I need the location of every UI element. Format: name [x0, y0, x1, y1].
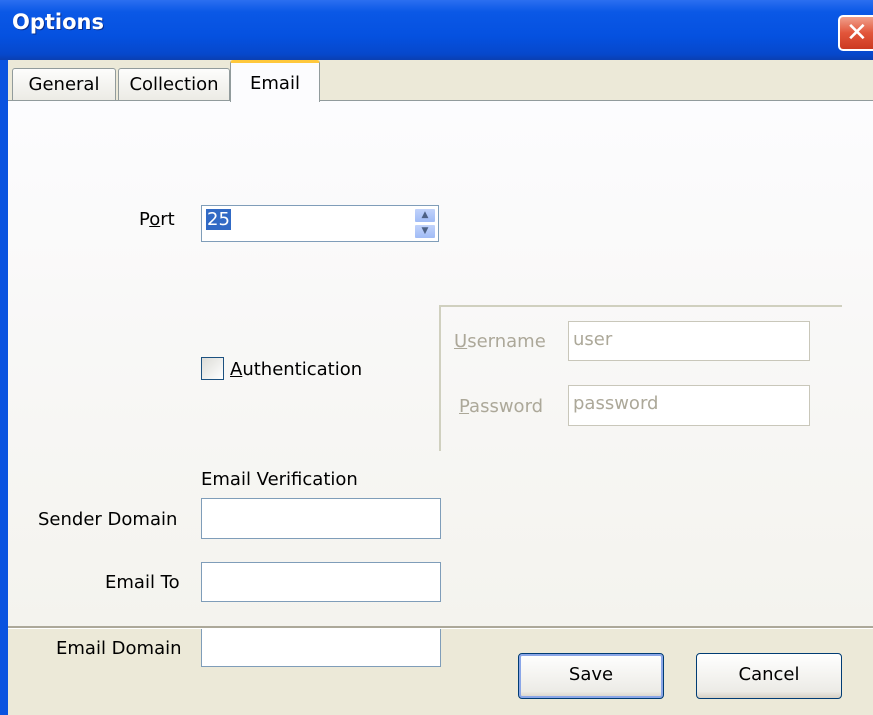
footer-divider: [8, 626, 873, 629]
tab-collection[interactable]: Collection: [118, 68, 230, 100]
close-icon: ✕: [846, 18, 868, 48]
cancel-button[interactable]: Cancel: [696, 653, 842, 699]
title-bar[interactable]: Options ✕: [0, 0, 873, 60]
email-to-label: Email To: [105, 572, 180, 593]
email-to-field[interactable]: [201, 562, 441, 602]
email-domain-field[interactable]: [201, 627, 441, 667]
sender-domain-field[interactable]: [201, 498, 441, 539]
email-verification-heading: Email Verification: [201, 469, 358, 490]
password-field[interactable]: password: [568, 385, 810, 426]
window-title: Options: [12, 10, 104, 34]
chevron-down-icon: ▼: [421, 226, 429, 236]
tab-strip: General Collection Email: [8, 60, 873, 102]
email-domain-label: Email Domain: [56, 638, 182, 659]
email-tab-page: Port 25 ▲ ▼ Authentication Username user…: [8, 100, 873, 667]
spin-down-button[interactable]: ▼: [414, 224, 436, 239]
close-button[interactable]: ✕: [838, 15, 873, 51]
save-button[interactable]: Save: [518, 653, 664, 699]
port-spinner[interactable]: 25 ▲ ▼: [201, 205, 439, 242]
dialog-client-area: General Collection Email Port 25 ▲ ▼ Aut…: [8, 60, 873, 715]
username-label: Username: [454, 331, 546, 352]
tab-label: Email: [250, 73, 300, 94]
authentication-label[interactable]: Authentication: [230, 359, 362, 380]
options-window: Options ✕ General Collection Email Port …: [0, 0, 873, 715]
tab-label: Collection: [129, 74, 219, 95]
port-spin-buttons: ▲ ▼: [414, 208, 436, 239]
tab-email[interactable]: Email: [230, 60, 320, 102]
username-field[interactable]: user: [568, 321, 810, 361]
sender-domain-label: Sender Domain: [38, 509, 178, 530]
tab-general[interactable]: General: [12, 68, 116, 100]
tab-label: General: [28, 74, 100, 95]
spin-up-button[interactable]: ▲: [414, 208, 436, 223]
port-label: Port: [139, 209, 175, 230]
chevron-up-icon: ▲: [421, 210, 429, 220]
port-value: 25: [206, 209, 231, 230]
authentication-checkbox[interactable]: [201, 357, 224, 380]
password-label: Password: [459, 396, 544, 417]
